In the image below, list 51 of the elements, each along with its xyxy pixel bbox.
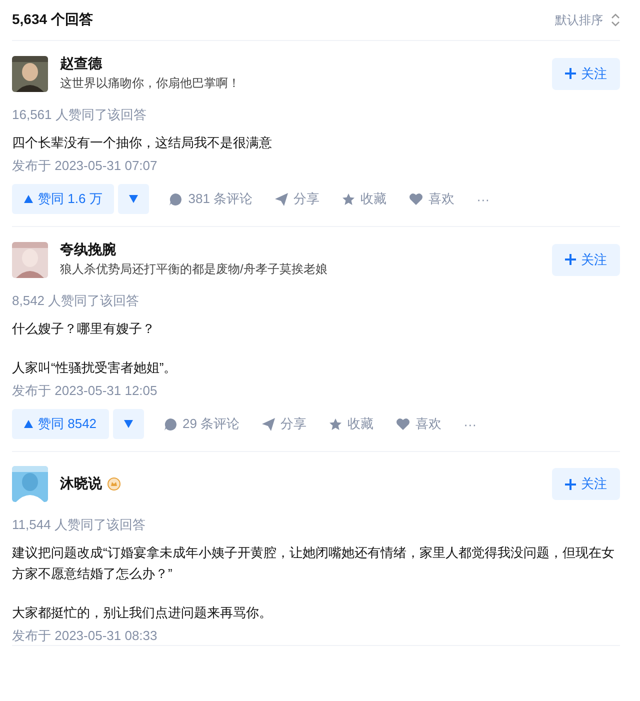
sort-icon — [611, 13, 620, 27]
follow-button[interactable]: 关注 — [552, 468, 620, 500]
collect-button[interactable]: 收藏 — [328, 415, 374, 433]
comment-button[interactable]: 29 条评论 — [164, 415, 240, 433]
plus-icon — [565, 254, 576, 265]
downvote-button[interactable] — [118, 184, 150, 214]
star-icon — [328, 418, 342, 430]
like-button[interactable]: 喜欢 — [408, 190, 455, 208]
heart-icon — [396, 418, 410, 430]
author-bio: 这世界以痛吻你，你扇他巴掌啊！ — [60, 75, 241, 92]
plus-icon — [565, 68, 576, 79]
heart-icon — [408, 193, 423, 205]
collect-button[interactable]: 收藏 — [342, 190, 387, 208]
share-button[interactable]: 分享 — [262, 415, 307, 433]
author-name[interactable]: 赵查德 — [60, 55, 102, 73]
speech-bubble-icon — [169, 192, 182, 206]
paper-plane-icon — [274, 192, 288, 206]
upvote-button[interactable]: 赞同 1.6 万 — [12, 184, 114, 214]
answer-count: 5,634 个回答 — [12, 11, 93, 29]
publish-date: 发布于 2023-05-31 12:05 — [12, 382, 158, 400]
share-button[interactable]: 分享 — [274, 190, 320, 208]
answer-text: 什么嫂子？哪里有嫂子？ — [12, 320, 156, 338]
publish-date: 发布于 2023-05-31 08:33 — [12, 627, 158, 645]
upvote-count: 11,544 人赞同了该回答 — [12, 516, 146, 534]
answer-text: 四个长辈没有一个抽你，这结局我不是很满意 — [12, 134, 273, 152]
sort-dropdown[interactable]: 默认排序 — [555, 12, 620, 28]
upvote-button[interactable]: 赞同 8542 — [12, 409, 109, 439]
publish-date: 发布于 2023-05-31 07:07 — [12, 157, 158, 175]
like-button[interactable]: 喜欢 — [396, 415, 442, 433]
answer-text: 人家叫“性骚扰受害者她姐”。 — [12, 359, 178, 377]
up-triangle-icon — [24, 195, 33, 203]
upvote-count: 8,542 人赞同了该回答 — [12, 292, 140, 310]
comment-button[interactable]: 381 条评论 — [169, 190, 253, 208]
author-bio: 狼人杀优势局还打平衡的都是废物/舟孝子莫挨老娘 — [60, 261, 328, 278]
author-name[interactable]: 沐晓说 — [60, 475, 102, 493]
more-button[interactable]: ··· — [476, 192, 490, 206]
star-icon — [342, 192, 355, 206]
upvote-count: 16,561 人赞同了该回答 — [12, 106, 148, 124]
paper-plane-icon — [262, 418, 275, 430]
downvote-button[interactable] — [112, 409, 144, 439]
plus-icon — [565, 478, 576, 490]
follow-button[interactable]: 关注 — [552, 244, 620, 276]
more-button[interactable]: ··· — [464, 416, 477, 432]
author-name[interactable]: 夸纨挽腕 — [60, 241, 116, 259]
speech-bubble-icon — [164, 418, 177, 430]
down-triangle-icon — [124, 420, 133, 428]
down-triangle-icon — [129, 195, 138, 203]
follow-button[interactable]: 关注 — [552, 58, 620, 90]
answer-text: 建议把问题改成“订婚宴拿未成年小姨子开黄腔，让她闭嘴她还有情绪，家里人都觉得我没问题，但现在女方家不愿意结婚了怎么办？” — [12, 544, 616, 583]
answer-text: 大家都挺忙的，别让我们点进问题来再骂你。 — [12, 604, 273, 622]
up-triangle-icon — [24, 420, 33, 428]
